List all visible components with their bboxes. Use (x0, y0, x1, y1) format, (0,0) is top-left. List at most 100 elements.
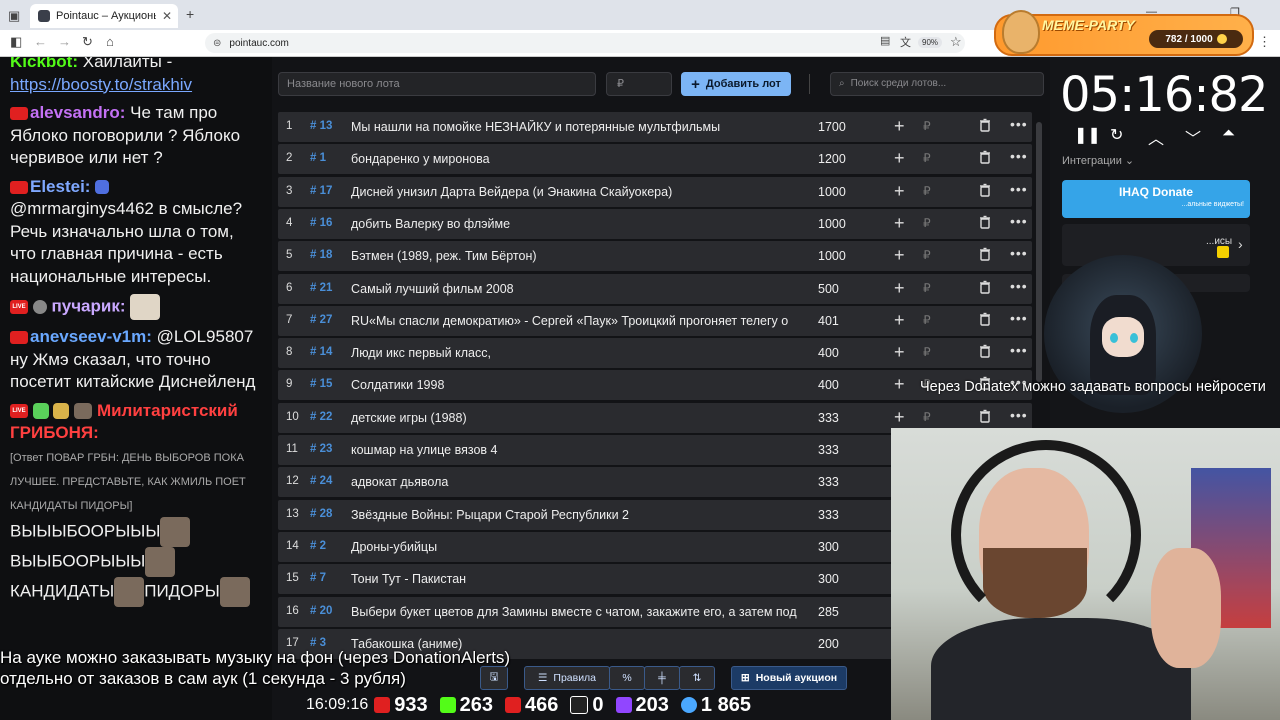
lot-amount[interactable]: 400 (818, 346, 868, 360)
ihaq-donate-card[interactable]: IHAQ Donate ...альные виджеты! (1062, 180, 1250, 218)
browser-tab[interactable]: Pointauc – Аукционы, лотереи ✕ (30, 4, 178, 28)
trash-icon[interactable] (978, 280, 992, 294)
more-options-icon[interactable]: ••• (1010, 245, 1028, 261)
new-tab-icon[interactable]: + (186, 6, 194, 22)
lot-name[interactable]: Дисней унизил Дарта Вейдера (и Энакина С… (351, 185, 801, 199)
add-amount-icon[interactable]: + (894, 407, 905, 428)
close-tab-icon[interactable]: ✕ (162, 9, 172, 23)
more-options-icon[interactable]: ••• (1010, 148, 1028, 164)
ruble-input-icon[interactable]: ₽ (923, 248, 931, 262)
sidebar-icon[interactable]: ◧ (10, 34, 22, 50)
more-options-icon[interactable]: ••• (1010, 278, 1028, 294)
add-amount-icon[interactable]: + (894, 278, 905, 299)
home-icon[interactable]: ⌂ (106, 34, 114, 49)
menu-icon[interactable]: ⋮ (1258, 34, 1271, 50)
lot-amount[interactable]: 500 (818, 282, 868, 296)
new-lot-input[interactable]: Название нового лота (278, 72, 596, 96)
ruble-input-icon[interactable]: ₽ (923, 151, 931, 165)
site-info-icon[interactable]: ⊜ (213, 38, 221, 49)
lot-amount[interactable]: 333 (818, 475, 868, 489)
more-options-icon[interactable]: ••• (1010, 310, 1028, 326)
lot-amount[interactable]: 1700 (818, 120, 868, 134)
add-amount-icon[interactable]: + (894, 245, 905, 266)
lot-name[interactable]: Дроны-убийцы (351, 540, 801, 554)
reset-icon[interactable]: ↻ (1110, 125, 1123, 145)
lot-name[interactable]: Люди икс первый класс, (351, 346, 801, 360)
reader-icon[interactable]: ▤ (880, 34, 890, 47)
increase-time-icon[interactable]: ︿ (1148, 125, 1164, 149)
sort-button[interactable]: ⇅ (679, 666, 715, 690)
lot-name[interactable]: добить Валерку во флэйме (351, 217, 801, 231)
lot-amount[interactable]: 400 (818, 378, 868, 392)
trash-icon[interactable] (978, 247, 992, 261)
lot-row[interactable]: 6 # 21 Самый лучший фильм 2008 500 + ₽ ••• (278, 273, 1032, 304)
lot-name[interactable]: детские игры (1988) (351, 411, 801, 425)
ruble-input-icon[interactable]: ₽ (923, 281, 931, 295)
lot-name[interactable]: адвокат дьявола (351, 475, 801, 489)
lot-row[interactable]: 1 # 13 Мы нашли на помойке НЕЗНАЙКУ и поте… (278, 112, 1032, 142)
lot-name[interactable]: Тони Тут - Пакистан (351, 572, 801, 586)
lot-amount[interactable]: 1000 (818, 185, 868, 199)
trash-icon[interactable] (978, 183, 992, 197)
decrease-time-icon[interactable]: ﹀ (1185, 125, 1201, 149)
translate-icon[interactable]: 文 (900, 34, 911, 50)
ruble-input-icon[interactable]: ₽ (923, 119, 931, 133)
more-options-icon[interactable]: ••• (1010, 116, 1028, 132)
pause-icon[interactable]: ❚❚ (1074, 125, 1101, 145)
tab-actions-icon[interactable]: ▣ (8, 8, 20, 24)
add-amount-icon[interactable]: + (894, 310, 905, 331)
lot-amount[interactable]: 285 (818, 605, 868, 619)
split-button[interactable]: ╪ (644, 666, 680, 690)
rules-button[interactable]: ☰ Правила (524, 666, 610, 690)
new-auction-button[interactable]: ⊞ Новый аукцион (731, 666, 847, 690)
lot-name[interactable]: Самый лучший фильм 2008 (351, 282, 801, 296)
lot-amount[interactable]: 333 (818, 411, 868, 425)
trash-icon[interactable] (978, 312, 992, 326)
add-amount-icon[interactable]: + (894, 213, 905, 234)
lot-row[interactable]: 8 # 14 Люди икс первый класс, 400 + ₽ ••• (278, 338, 1032, 369)
lot-amount[interactable]: 401 (818, 314, 868, 328)
trash-icon[interactable] (978, 118, 992, 132)
more-options-icon[interactable]: ••• (1010, 342, 1028, 358)
lot-name[interactable]: Звёздные Войны: Рыцари Старой Республики… (351, 508, 801, 522)
lot-name[interactable]: RU«Мы спасли демократию» - Сергей «Паук»… (351, 314, 801, 328)
lot-row[interactable]: 7 # 27 RU«Мы спасли демократию» - Сергей «… (278, 305, 1032, 336)
lot-row[interactable]: 9 # 15 Солдатики 1998 400 + ₽ ••• (278, 370, 1032, 401)
lot-name[interactable]: Мы нашли на помойке НЕЗНАЙКУ и потерянны… (351, 120, 801, 134)
trash-icon[interactable] (978, 409, 992, 423)
lot-name[interactable]: кошмар на улице вязов 4 (351, 443, 801, 457)
lot-amount[interactable]: 300 (818, 540, 868, 554)
lot-amount[interactable]: 1000 (818, 217, 868, 231)
lot-amount[interactable]: 1000 (818, 249, 868, 263)
lot-row[interactable]: 2 # 1 бондаренко у миронова 1200 + ₽ ••• (278, 144, 1032, 175)
ruble-input-icon[interactable]: ₽ (923, 313, 931, 327)
trash-icon[interactable] (978, 150, 992, 164)
lot-price-input[interactable]: ₽ (606, 72, 672, 96)
lot-name[interactable]: бондаренко у миронова (351, 152, 801, 166)
add-amount-icon[interactable]: + (894, 148, 905, 169)
lot-name[interactable]: Выбери букет цветов для Замины вместе с … (351, 605, 801, 619)
ruble-input-icon[interactable]: ₽ (923, 410, 931, 424)
lot-row[interactable]: 5 # 18 Бэтмен (1989, реж. Тим Бёртон) 1000 +… (278, 241, 1032, 272)
reload-icon[interactable]: ↻ (82, 34, 93, 50)
back-icon[interactable]: ← (34, 34, 47, 49)
ruble-input-icon[interactable]: ₽ (923, 184, 931, 198)
add-amount-icon[interactable]: + (894, 374, 905, 395)
max-time-icon[interactable]: ⏶ (1222, 125, 1235, 143)
trash-icon[interactable] (978, 344, 992, 358)
lot-search-input[interactable]: ⌕ Поиск среди лотов... (830, 72, 1044, 96)
integration-card[interactable]: ...исы › (1062, 224, 1250, 266)
more-options-icon[interactable]: ••• (1010, 181, 1028, 197)
lot-amount[interactable]: 333 (818, 508, 868, 522)
ruble-input-icon[interactable]: ₽ (923, 216, 931, 230)
lot-row[interactable]: 4 # 16 добить Валерку во флэйме 1000 + ₽ ••• (278, 208, 1032, 239)
scrollbar[interactable] (1036, 122, 1042, 382)
address-bar[interactable]: ⊜ pointauc.com (205, 33, 965, 53)
trash-icon[interactable] (978, 215, 992, 229)
boosty-link[interactable]: https://boosty.to/strakhiv (10, 75, 192, 94)
forward-icon[interactable]: → (58, 34, 71, 49)
more-options-icon[interactable]: ••• (1010, 213, 1028, 229)
lot-row[interactable]: 3 # 17 Дисней унизил Дарта Вейдера (и Энак… (278, 176, 1032, 207)
add-amount-icon[interactable]: + (894, 342, 905, 363)
lot-name[interactable]: Бэтмен (1989, реж. Тим Бёртон) (351, 249, 801, 263)
